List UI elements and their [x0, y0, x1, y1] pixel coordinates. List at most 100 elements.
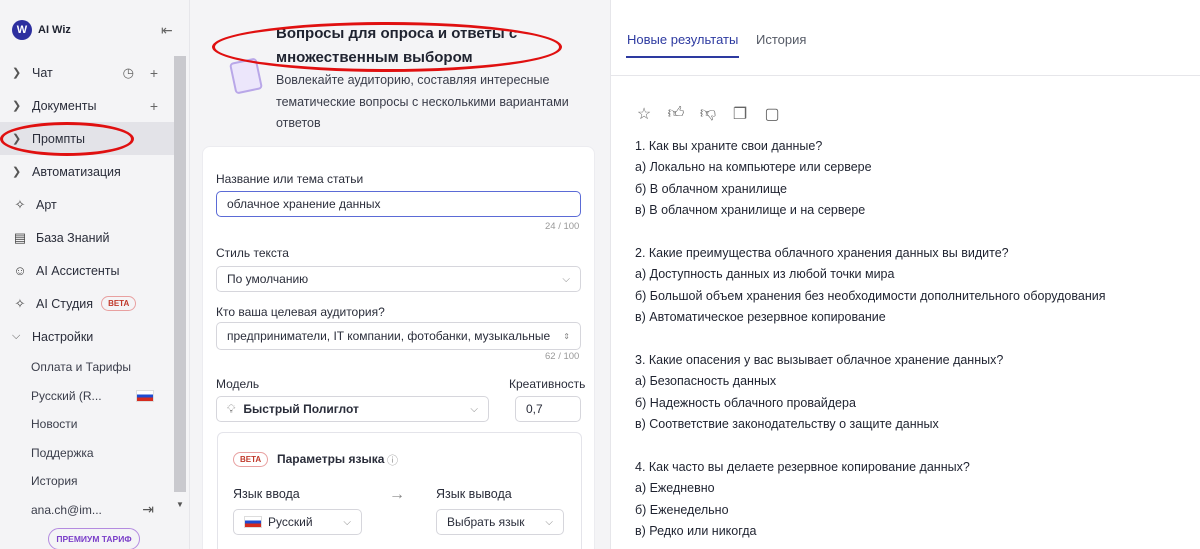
- result-line: в) Автоматическое резервное копирование: [635, 310, 886, 325]
- document-icon[interactable]: ▢: [762, 104, 782, 124]
- model-label: Модель: [216, 377, 260, 391]
- sidebar-subitem-news[interactable]: Новости: [0, 410, 174, 439]
- audience-label: Кто ваша целевая аудитория?: [216, 305, 385, 319]
- chevron-down-icon: ⌵: [470, 403, 478, 415]
- sidebar-item-documents[interactable]: ❯ Документы +: [0, 89, 174, 122]
- result-line: а) Безопасность данных: [635, 374, 777, 389]
- result-line: а) Ежедневно: [635, 481, 715, 496]
- sparkle-icon: ✧: [14, 295, 26, 311]
- sidebar-item-knowledge-base[interactable]: ▤ База Знаний: [0, 221, 174, 254]
- sidebar-subitem-account[interactable]: ana.ch@im... ⇥: [0, 496, 174, 525]
- result-line: 4. Как часто вы делаете резервное копиро…: [635, 460, 970, 475]
- result-line: 1. Как вы храните свои данные?: [635, 139, 823, 153]
- sidebar-item-label: Промпты: [32, 131, 85, 146]
- chevron-right-icon: ❯: [12, 133, 22, 145]
- tab-history[interactable]: История: [756, 32, 806, 47]
- sidebar-item-label: Арт: [36, 197, 57, 212]
- result-spacer: [635, 436, 1195, 457]
- chevron-down-icon: ⌵: [343, 516, 351, 528]
- topic-label: Название или тема статьи: [216, 172, 364, 186]
- result-line: а) Доступность данных из любой точки мир…: [635, 267, 895, 282]
- creativity-input[interactable]: 0,7: [515, 396, 581, 422]
- chevron-right-icon: ❯: [12, 100, 22, 112]
- sidebar-item-automation[interactable]: ❯ Автоматизация: [0, 155, 174, 188]
- sidebar-nav: ❯ Чат ◷ + ❯ Документы + ❯ Промпты ❯ Авто…: [0, 56, 174, 524]
- scroll-down-icon[interactable]: ▼: [176, 500, 184, 509]
- sidebar-subitem-label: История: [31, 474, 78, 489]
- robot-icon: ☺: [13, 263, 27, 278]
- logo-text: AI Wiz: [38, 24, 71, 36]
- sidebar-subitem-label: Русский (R...: [31, 388, 102, 403]
- result-line: б) Еженедельно: [635, 502, 729, 517]
- sidebar-item-ai-studio[interactable]: ✧ AI Студия BETA: [0, 287, 174, 320]
- russia-flag-icon: [136, 389, 154, 402]
- logo-mark-icon: W: [12, 20, 32, 40]
- result-spacer: [635, 222, 1195, 243]
- style-label: Стиль текста: [216, 246, 289, 260]
- collapse-sidebar-icon[interactable]: ⇤: [161, 22, 177, 38]
- lightbulb-icon: 💡︎: [227, 401, 236, 416]
- result-line: 3. Какие опасения у вас вызывает облачно…: [635, 353, 1004, 368]
- result-line: б) Большой объем хранения без необходимо…: [635, 288, 1106, 303]
- input-language-value: Русский: [268, 515, 313, 529]
- clock-icon[interactable]: ◷: [123, 65, 134, 81]
- sidebar-item-art[interactable]: ✧ Арт: [0, 188, 174, 221]
- sidebar-subitem-support[interactable]: Поддержка: [0, 439, 174, 468]
- audience-input[interactable]: предприниматели, IT компании, фотобанки,…: [216, 322, 581, 350]
- russia-flag-icon: [244, 516, 262, 528]
- sidebar-item-label: База Знаний: [36, 230, 110, 245]
- plus-icon[interactable]: +: [150, 65, 158, 81]
- style-select[interactable]: По умолчанию ⌵: [216, 266, 581, 292]
- tool-description: Вовлекайте аудиторию, составляя интересн…: [276, 73, 569, 130]
- result-actions: ☆ 👍︎ 👎︎ ❐ ▢: [634, 104, 782, 124]
- logo[interactable]: W AI Wiz: [12, 20, 71, 40]
- language-settings-title: Параметры языка: [277, 452, 385, 466]
- model-select[interactable]: 💡︎ Быстрый Полиглот ⌵: [216, 396, 489, 422]
- input-language-label: Язык ввода: [233, 487, 300, 501]
- creativity-label: Креативность: [509, 377, 586, 391]
- input-language-select[interactable]: Русский ⌵: [233, 509, 362, 535]
- sidebar-item-ai-assistants[interactable]: ☺ AI Ассистенты: [0, 254, 174, 287]
- info-icon[interactable]: ⓘ: [387, 452, 398, 468]
- result-spacer: [635, 329, 1195, 350]
- output-language-value: Выбрать язык: [447, 515, 525, 529]
- chevron-right-icon: ❯: [12, 166, 22, 178]
- output-language-select[interactable]: Выбрать язык ⌵: [436, 509, 564, 535]
- premium-plan-button[interactable]: ПРЕМИУМ ТАРИФ: [48, 528, 140, 549]
- sidebar-subitem-language[interactable]: Русский (R...: [0, 382, 174, 411]
- thumbs-down-icon[interactable]: 👎︎: [698, 104, 718, 124]
- results-text: 1. Как вы храните свои данные? а) Локальн…: [635, 136, 1195, 543]
- creativity-value: 0,7: [526, 402, 543, 416]
- sidebar-item-label: Настройки: [32, 329, 94, 344]
- sidebar-subitem-billing[interactable]: Оплата и Тарифы: [0, 353, 174, 382]
- tool-title: Вопросы для опроса и ответы с множествен…: [276, 25, 518, 66]
- result-line: а) Локально на компьютере или сервере: [635, 160, 872, 175]
- sidebar-item-label: Документы: [32, 98, 97, 113]
- sidebar-scrollbar[interactable]: [174, 56, 186, 492]
- sidebar: W AI Wiz ⇤ ❯ Чат ◷ + ❯ Документы + ❯ Про…: [0, 0, 190, 549]
- sparkle-icon: ✧: [14, 196, 26, 212]
- chevron-down-icon: ⌵: [12, 330, 21, 342]
- star-icon[interactable]: ☆: [634, 104, 654, 124]
- sidebar-subitem-history[interactable]: История: [0, 467, 174, 496]
- topic-input[interactable]: облачное хранение данных: [216, 191, 581, 217]
- sidebar-item-settings[interactable]: ⌵ Настройки: [0, 320, 174, 353]
- stepper-icon[interactable]: ⇕: [563, 332, 570, 341]
- sidebar-item-label: AI Студия: [36, 296, 94, 311]
- copy-icon[interactable]: ❐: [730, 104, 750, 124]
- plus-icon[interactable]: +: [150, 98, 158, 114]
- result-line: 2. Какие преимущества облачного хранения…: [635, 246, 1009, 261]
- result-line: в) Соответствие законодательству о защит…: [635, 417, 939, 432]
- sidebar-item-chat[interactable]: ❯ Чат ◷ +: [0, 56, 174, 89]
- result-line: в) В облачном хранилище и на сервере: [635, 203, 866, 218]
- tab-new-results[interactable]: Новые результаты: [627, 32, 738, 47]
- style-select-value: По умолчанию: [227, 272, 309, 286]
- thumbs-up-icon[interactable]: 👍︎: [666, 104, 686, 124]
- book-icon: ▤: [13, 229, 27, 245]
- sidebar-subitem-label: Оплата и Тарифы: [31, 360, 131, 375]
- logout-icon[interactable]: ⇥: [142, 501, 154, 518]
- audience-counter: 62 / 100: [545, 351, 580, 362]
- sidebar-item-prompts[interactable]: ❯ Промпты: [0, 122, 174, 155]
- chevron-down-icon: ⌵: [562, 273, 570, 285]
- model-select-value: Быстрый Полиглот: [243, 402, 359, 416]
